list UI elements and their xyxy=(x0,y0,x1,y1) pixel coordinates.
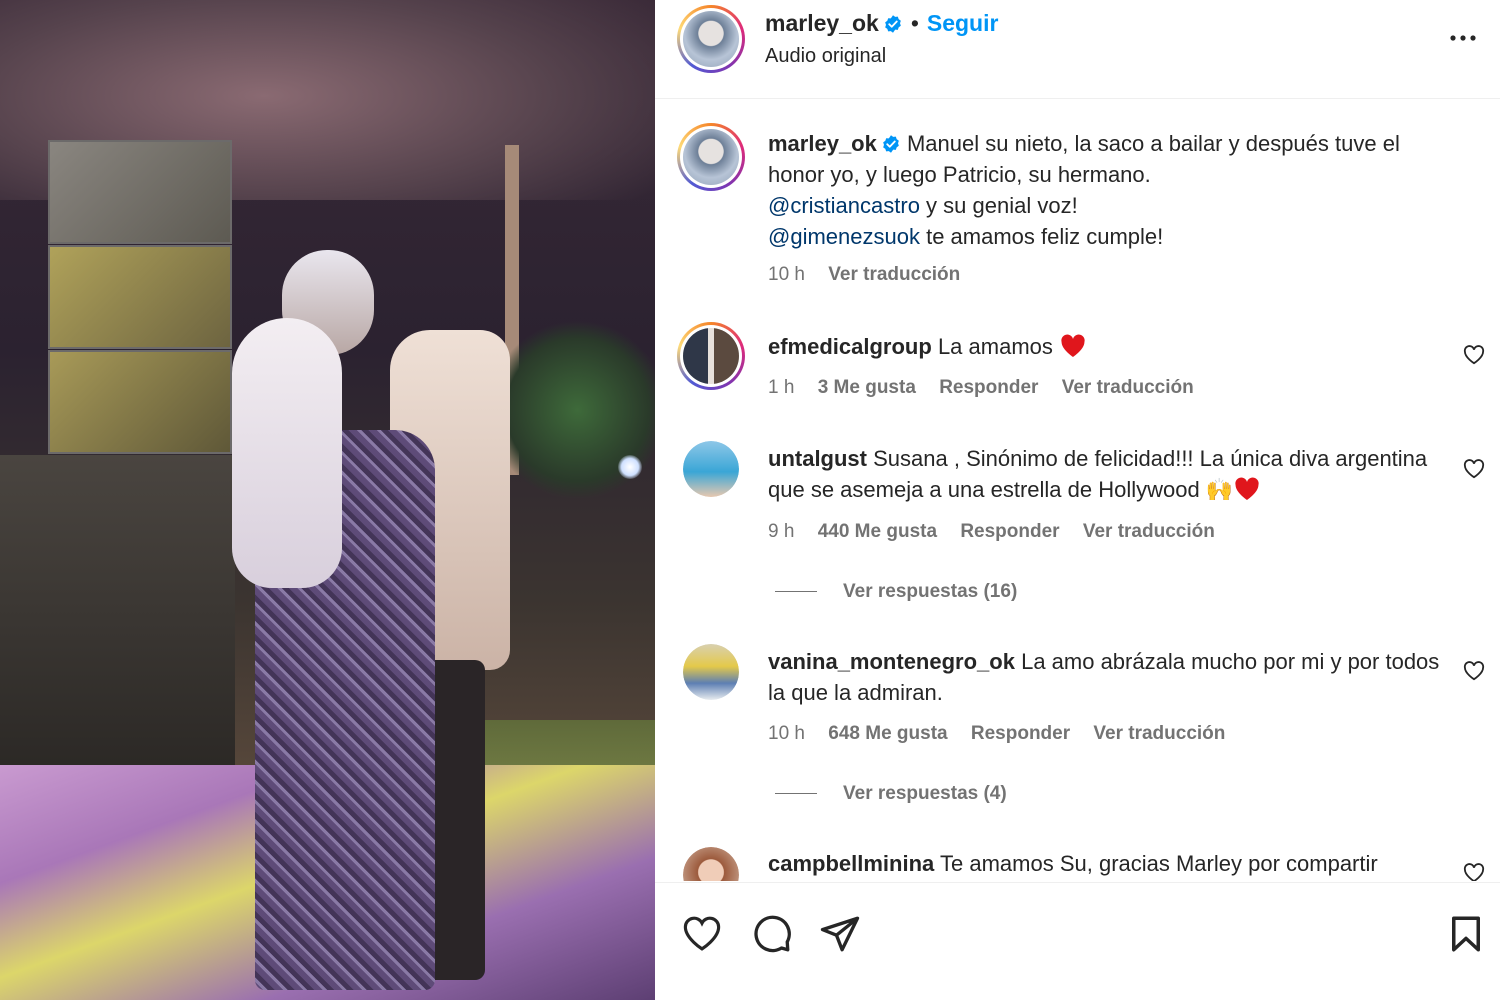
translate-button[interactable]: Ver traducción xyxy=(1062,377,1194,398)
speaker-box xyxy=(48,140,232,244)
follow-button[interactable]: Seguir xyxy=(927,10,999,36)
comment-text: vanina_montenegro_ok La amo abrázala muc… xyxy=(768,646,1448,708)
reply-button[interactable]: Responder xyxy=(971,723,1070,744)
raised-hands-emoji-icon: 🙌 xyxy=(1205,477,1234,502)
likes-count[interactable]: 440 Me gusta xyxy=(818,521,937,542)
bookmark-icon[interactable] xyxy=(1445,913,1487,955)
translate-button[interactable]: Ver traducción xyxy=(828,264,960,285)
comment-meta: 10 h 648 Me gusta Responder Ver traducci… xyxy=(768,723,1243,745)
red-heart-emoji-icon xyxy=(1061,334,1085,357)
comment-meta: 1 h 3 Me gusta Responder Ver traducción xyxy=(768,377,1212,399)
author-username[interactable]: marley_ok xyxy=(765,10,879,36)
caption-meta: 10 h Ver traducción xyxy=(768,264,978,286)
view-replies-label: Ver respuestas (16) xyxy=(843,581,1018,602)
caption-line2: y su genial voz! xyxy=(919,193,1078,218)
view-replies-button[interactable]: Ver respuestas (16) xyxy=(775,581,1017,603)
speaker-box xyxy=(48,350,232,454)
caption-line3: te amamos feliz cumple! xyxy=(919,224,1164,249)
commenter-username[interactable]: efmedicalgroup xyxy=(768,334,932,359)
post-panel: marley_ok • Seguir Audio original marley_o… xyxy=(655,0,1500,1000)
heart-icon[interactable] xyxy=(1463,345,1485,365)
replies-divider xyxy=(775,793,817,795)
woman-blonde-hair xyxy=(232,318,342,588)
garden-lamp xyxy=(618,455,642,479)
mention-link[interactable]: @cristiancastro xyxy=(768,193,920,218)
comment-icon[interactable] xyxy=(751,913,793,955)
comment-text: untalgust Susana , Sinónimo de felicidad… xyxy=(768,443,1448,505)
commenter-avatar[interactable] xyxy=(683,644,739,700)
more-options-icon[interactable] xyxy=(1448,28,1478,48)
amplifier-stack xyxy=(0,455,235,775)
reply-button[interactable]: Responder xyxy=(960,521,1059,542)
post-header: marley_ok • Seguir Audio original xyxy=(655,0,1500,99)
commenter-avatar[interactable] xyxy=(683,441,739,497)
caption-username[interactable]: marley_ok xyxy=(768,131,877,156)
action-bar xyxy=(655,882,1500,1001)
heart-icon[interactable] xyxy=(681,913,723,955)
header-title-row: marley_ok • Seguir xyxy=(765,10,998,37)
view-replies-button[interactable]: Ver respuestas (4) xyxy=(775,783,1007,805)
commenter-username[interactable]: vanina_montenegro_ok xyxy=(768,649,1015,674)
likes-count[interactable]: 3 Me gusta xyxy=(818,377,916,398)
post-video[interactable] xyxy=(0,0,655,1000)
comment-text: campbellminina Te amamos Su, gracias Mar… xyxy=(768,848,1448,879)
likes-count[interactable]: 648 Me gusta xyxy=(828,723,947,744)
comments-section[interactable]: marley_ok Manuel su nieto, la saco a bai… xyxy=(655,99,1500,881)
header-separator: • xyxy=(910,10,919,36)
comment-time[interactable]: 9 h xyxy=(768,521,794,542)
comment-time[interactable]: 1 h xyxy=(768,377,794,398)
reply-button[interactable]: Responder xyxy=(939,377,1038,398)
comment-text: efmedicalgroup La amamos xyxy=(768,331,1448,362)
mention-link[interactable]: @gimenezsuok xyxy=(768,224,920,249)
comment-body: Te amamos Su, gracias Marley por compart… xyxy=(940,851,1378,876)
commenter-avatar[interactable] xyxy=(683,847,739,881)
caption-author-avatar[interactable] xyxy=(677,123,745,191)
share-icon[interactable] xyxy=(819,913,861,955)
translate-button[interactable]: Ver traducción xyxy=(1083,521,1215,542)
view-replies-label: Ver respuestas (4) xyxy=(843,783,1007,804)
heart-icon[interactable] xyxy=(1463,459,1485,479)
comment-time[interactable]: 10 h xyxy=(768,723,805,744)
translate-button[interactable]: Ver traducción xyxy=(1093,723,1225,744)
commenter-username[interactable]: campbellminina xyxy=(768,851,934,876)
commenter-avatar[interactable] xyxy=(677,322,745,390)
red-heart-emoji-icon xyxy=(1235,477,1259,500)
verified-badge-icon xyxy=(883,135,899,153)
comment-meta: 9 h 440 Me gusta Responder Ver traducció… xyxy=(768,521,1233,543)
author-avatar[interactable] xyxy=(677,5,745,73)
heart-icon[interactable] xyxy=(1463,661,1485,681)
caption-text: marley_ok Manuel su nieto, la saco a bai… xyxy=(768,128,1448,252)
audio-label[interactable]: Audio original xyxy=(765,45,886,68)
heart-icon[interactable] xyxy=(1463,863,1485,881)
speaker-box xyxy=(48,245,232,349)
replies-divider xyxy=(775,591,817,593)
caption-time[interactable]: 10 h xyxy=(768,264,805,285)
comment-body: Susana , Sinónimo de felicidad!!! La úni… xyxy=(768,446,1428,502)
commenter-username[interactable]: untalgust xyxy=(768,446,867,471)
comment-body: La amamos xyxy=(937,334,1053,359)
verified-badge-icon xyxy=(884,15,901,33)
